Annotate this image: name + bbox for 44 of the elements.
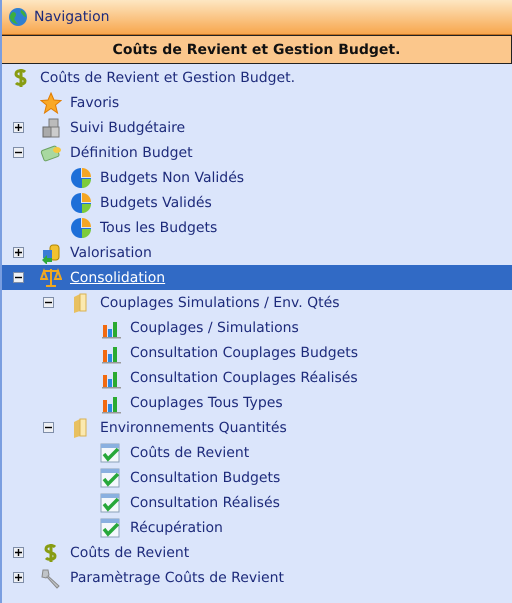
pie-chart-icon [70, 216, 92, 238]
collapse-toggle[interactable] [43, 422, 54, 433]
expand-toggle[interactable] [13, 247, 24, 258]
tree-item[interactable]: Couplages Simulations / Env. Qtés [100, 294, 340, 310]
tree-item[interactable]: Consolidation [70, 270, 166, 286]
tree-item[interactable]: Suivi Budgétaire [70, 120, 186, 136]
expand-toggle[interactable] [13, 122, 24, 133]
boxes-icon [40, 116, 62, 138]
tree-item[interactable]: Consultation Couplages Budgets [130, 344, 358, 360]
checklist-icon [100, 466, 122, 488]
pie-chart-icon [70, 166, 92, 188]
expand-toggle[interactable] [13, 572, 24, 583]
tree-item[interactable]: Environnements Quantités [100, 420, 287, 436]
tree-item[interactable]: Paramètrage Coûts de Revient [70, 570, 284, 586]
wrench-icon [40, 566, 62, 588]
collapse-toggle[interactable] [43, 297, 54, 308]
collapse-toggle[interactable] [13, 272, 24, 283]
tree-item[interactable]: Coûts de Revient [70, 544, 190, 560]
tree-item[interactable]: Coûts de Revient et Gestion Budget. [40, 70, 296, 86]
collapse-toggle[interactable] [13, 147, 24, 158]
tree-item[interactable]: Définition Budget [70, 144, 193, 160]
star-icon [40, 92, 62, 114]
tree-item[interactable]: Couplages Tous Types [130, 394, 283, 410]
tree-item[interactable]: Valorisation [70, 244, 152, 260]
tree-item[interactable]: Couplages / Simulations [130, 320, 299, 336]
tree-item[interactable]: Récupération [130, 520, 223, 536]
panel-title: Navigation [34, 9, 110, 25]
globe-icon [8, 7, 28, 27]
tree-item[interactable]: Consultation Couplages Réalisés [130, 370, 358, 386]
tree-item[interactable]: Coûts de Revient [130, 444, 250, 460]
scale-icon [40, 266, 62, 288]
tree-item[interactable]: Consultation Budgets [130, 470, 280, 486]
tree-item[interactable]: Consultation Réalisés [130, 494, 280, 510]
checklist-icon [100, 492, 122, 514]
checklist-icon [100, 442, 122, 464]
tree-item[interactable]: Tous les Budgets [100, 220, 218, 236]
expand-toggle[interactable] [13, 547, 24, 558]
tree-item[interactable]: Budgets Non Validés [100, 170, 244, 186]
coins-icon [40, 242, 62, 264]
section-title: Coûts de Revient et Gestion Budget. [2, 35, 512, 64]
pie-chart-icon [70, 192, 92, 214]
tree-item[interactable]: Favoris [70, 94, 120, 110]
tree-item[interactable]: Budgets Validés [100, 194, 212, 210]
checklist-icon [100, 516, 122, 538]
